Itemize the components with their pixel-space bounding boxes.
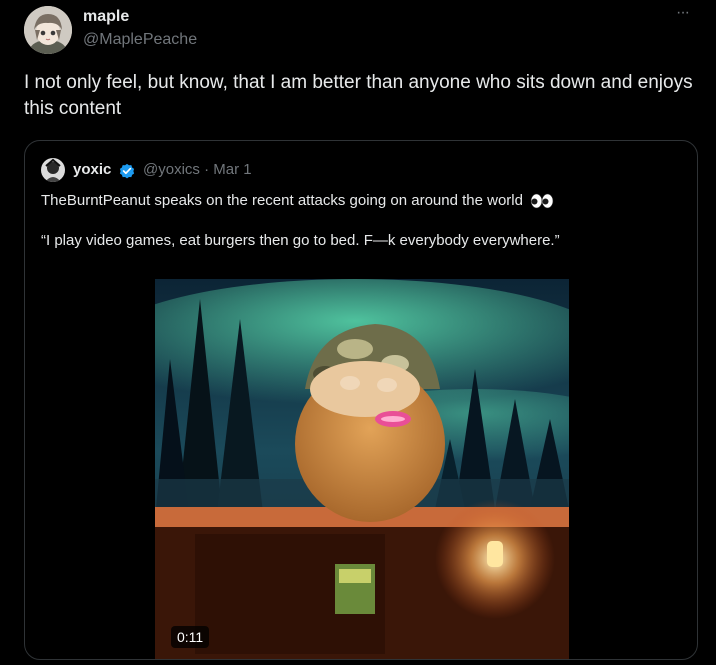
post-text: I not only feel, but know, that I am bet…: [24, 72, 693, 119]
author-handle[interactable]: @MaplePeache: [83, 31, 197, 49]
author-avatar[interactable]: [24, 6, 72, 54]
quoted-post[interactable]: yoxic @yoxics · Mar 1 TheBurntPeanut spe…: [24, 140, 698, 660]
meta-separator: ·: [204, 161, 210, 178]
video-thumbnail: [155, 279, 569, 659]
quoted-text-line2: “I play video games, eat burgers then go…: [41, 232, 560, 249]
author-display-name[interactable]: maple: [83, 8, 129, 26]
video-duration: 0:11: [171, 626, 210, 648]
quoted-display-name[interactable]: yoxic: [73, 161, 111, 178]
video-player[interactable]: 0:11: [155, 279, 569, 659]
quoted-handle[interactable]: @yoxics: [143, 161, 200, 178]
avatar-image: [24, 6, 72, 54]
quoted-meta: @yoxics · Mar 1: [143, 161, 252, 178]
quoted-author-avatar[interactable]: [41, 158, 65, 182]
eyes-emoji-icon: [530, 193, 554, 209]
quoted-avatar-image: [41, 158, 65, 182]
more-options-button[interactable]: ···: [676, 4, 690, 22]
quoted-date[interactable]: Mar 1: [213, 161, 251, 178]
quoted-text: TheBurntPeanut speaks on the recent atta…: [41, 191, 686, 251]
verified-badge-icon: [119, 163, 135, 179]
quoted-text-line1: TheBurntPeanut speaks on the recent atta…: [41, 192, 523, 209]
